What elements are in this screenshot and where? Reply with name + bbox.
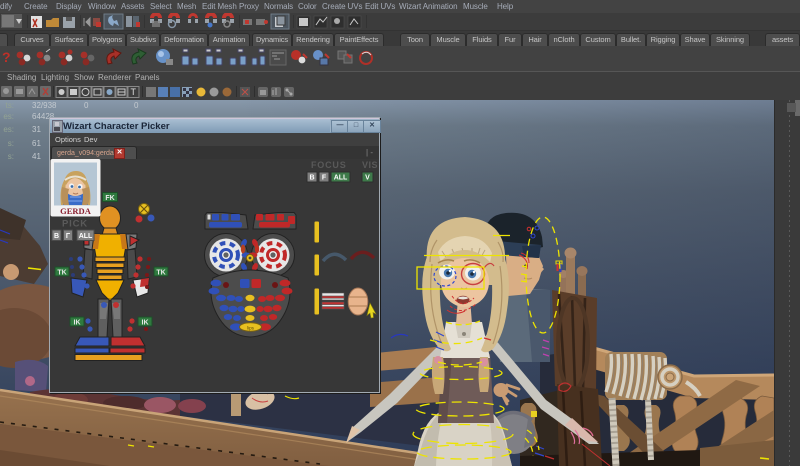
svg-text:TK: TK [156, 270, 165, 277]
svg-text:F: F [322, 175, 327, 182]
svg-text:FOCUS: FOCUS [311, 160, 347, 170]
svg-text:FK: FK [105, 195, 114, 202]
svg-text:B: B [54, 233, 59, 240]
svg-text:PICK: PICK [62, 219, 88, 230]
svg-text:?: ? [2, 49, 11, 65]
svg-text:B: B [309, 175, 314, 182]
svg-text:T: T [131, 87, 137, 97]
svg-text:ALL: ALL [334, 175, 348, 182]
svg-text:lips: lips [247, 326, 255, 331]
svg-text:IK: IK [142, 320, 149, 327]
svg-text:IK: IK [74, 320, 81, 327]
svg-text:VIS: VIS [362, 160, 378, 170]
svg-text:V: V [365, 175, 370, 182]
svg-text:GERDA: GERDA [60, 206, 92, 216]
svg-text:TK: TK [57, 270, 66, 277]
svg-text:ALL: ALL [79, 233, 93, 240]
